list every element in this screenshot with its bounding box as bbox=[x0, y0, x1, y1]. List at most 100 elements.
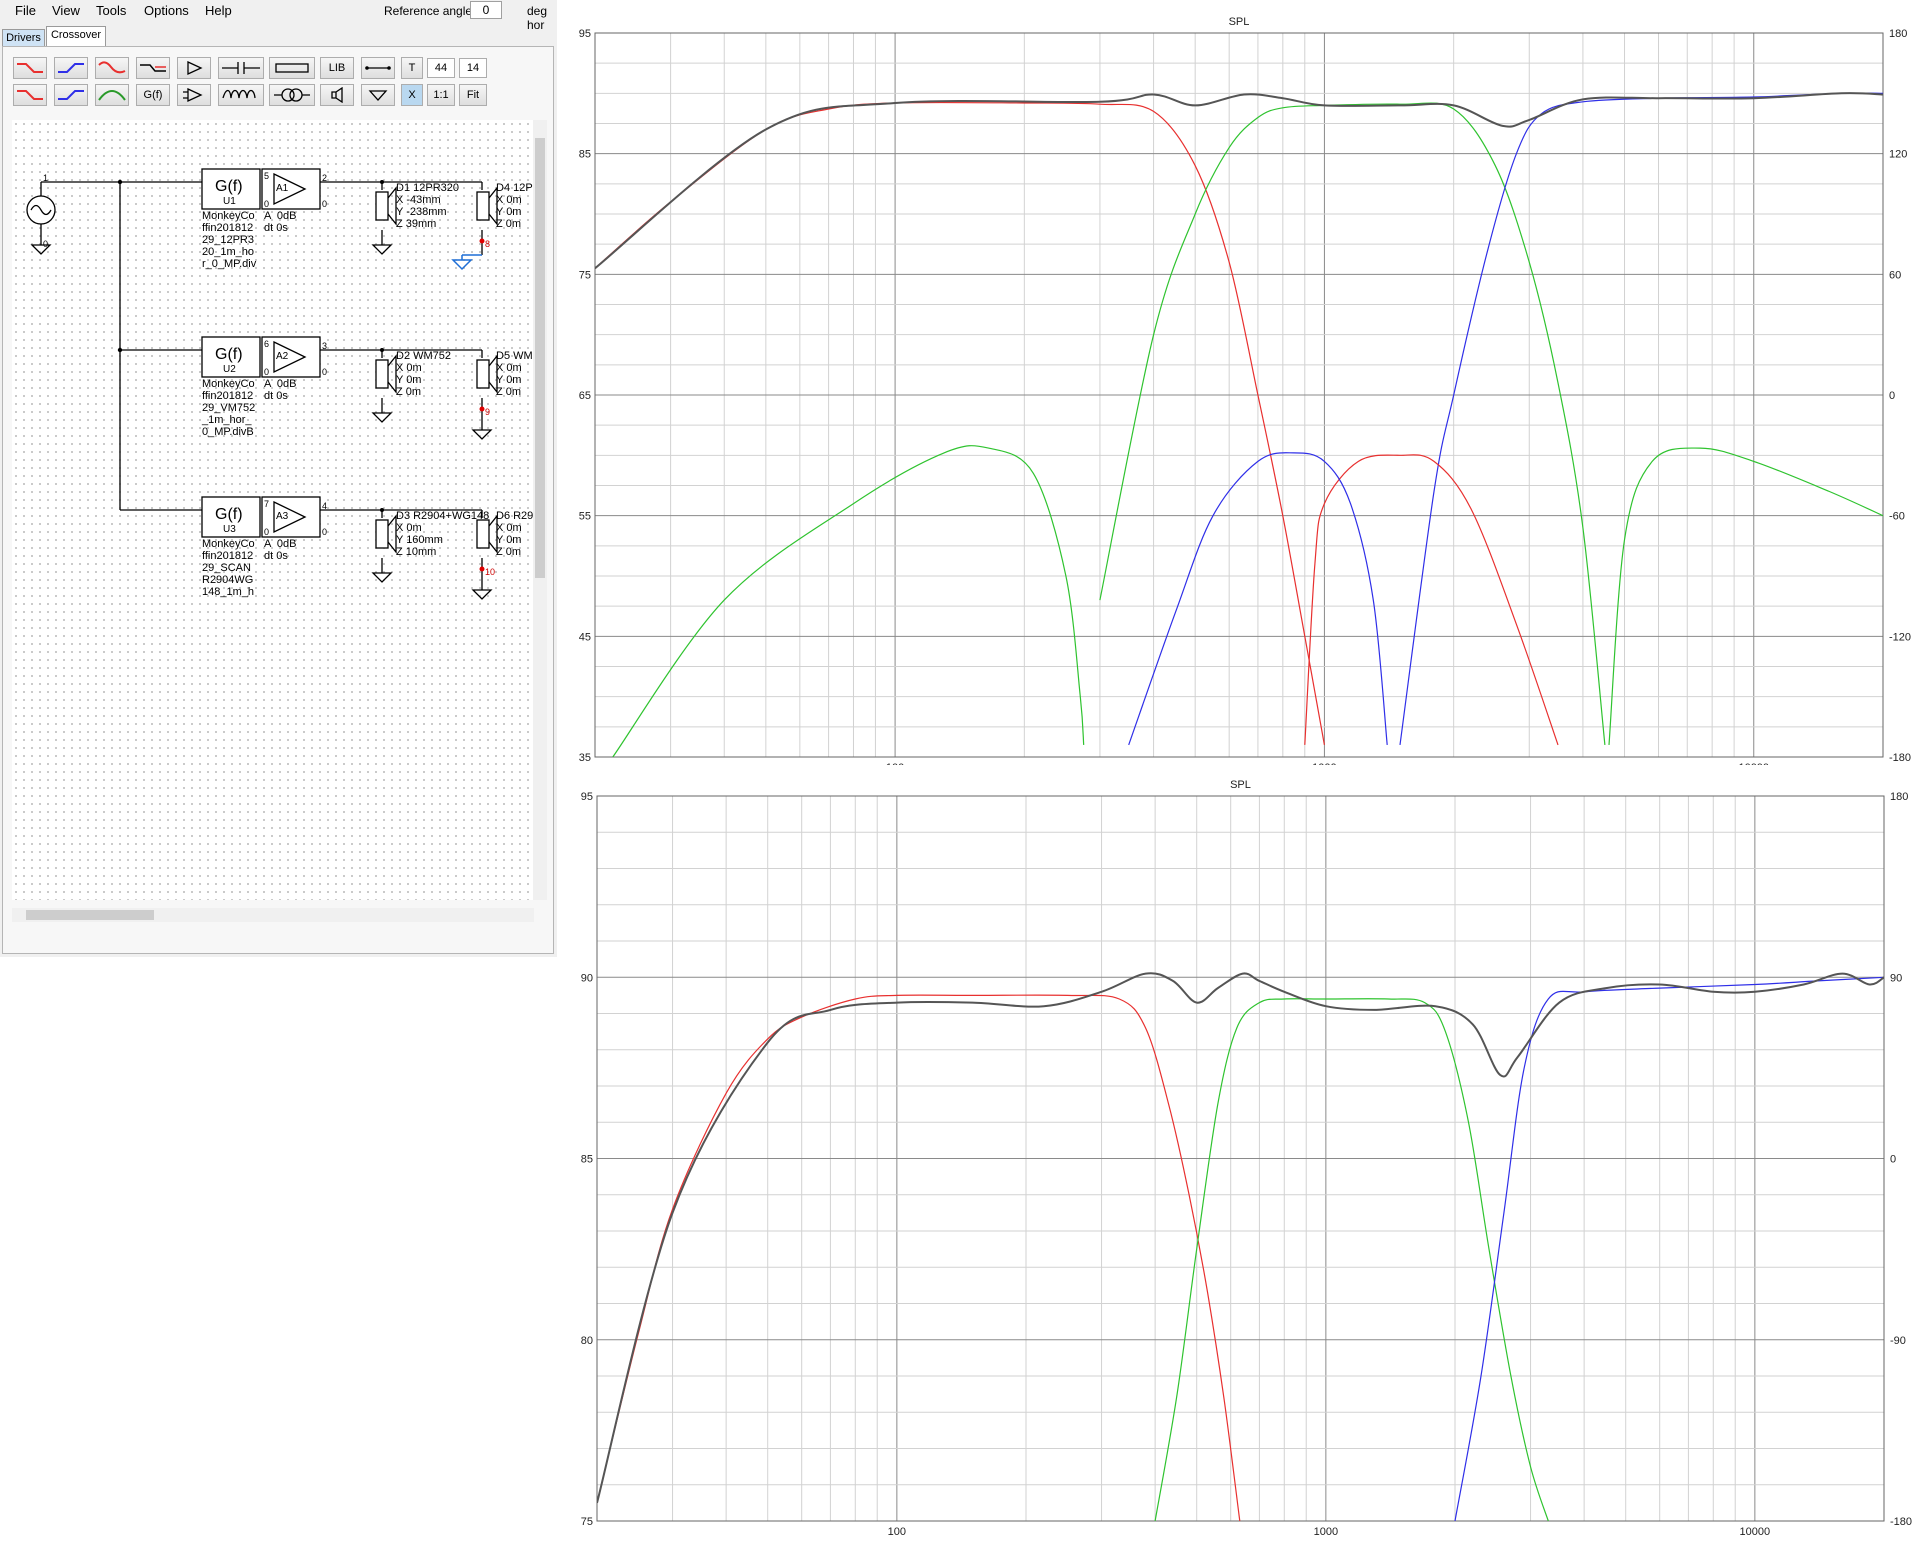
block-3-desc-0: MonkeyCo bbox=[202, 538, 255, 550]
text-button[interactable]: T bbox=[401, 57, 423, 79]
series-line-sum-3 bbox=[597, 972, 1884, 1504]
schematic-horizontal-scrollbar[interactable] bbox=[12, 908, 534, 922]
driver-2-y: Y 0m bbox=[396, 374, 422, 386]
bandpass-filter-button[interactable] bbox=[95, 84, 129, 106]
grid-x-field[interactable]: 44 bbox=[427, 58, 455, 78]
driver-5-name[interactable]: D5 WM bbox=[496, 350, 533, 362]
transfer-function-button[interactable]: G(f) bbox=[136, 84, 170, 106]
y2-tick-label: 60 bbox=[1889, 269, 1901, 281]
driver-4-name[interactable]: D4 12P bbox=[496, 182, 533, 194]
reference-angle-unit: deg hor bbox=[527, 4, 548, 32]
y-tick-label: 95 bbox=[581, 791, 593, 803]
menu-tools[interactable]: Tools bbox=[96, 3, 126, 18]
driver-2-name[interactable]: D2 WM752 bbox=[396, 350, 451, 362]
gf-block-2-label: G(f) bbox=[215, 346, 243, 363]
driver-2-z: Z 0m bbox=[396, 386, 422, 398]
block-2-desc-0: MonkeyCo bbox=[202, 378, 255, 390]
amp-2-out-node: 3 bbox=[322, 341, 328, 351]
spl-chart-bottom: 95 180 90 90 85 0 80 -90 75 -180 100 1000 10000 SPL bbox=[581, 779, 1912, 1538]
driver-2-x: X 0m bbox=[396, 362, 422, 374]
menu-view[interactable]: View bbox=[52, 3, 80, 18]
series-line-high-2 bbox=[1399, 92, 1883, 745]
lowpass-filter-2-button[interactable] bbox=[13, 84, 47, 106]
highpass-blue-2-icon bbox=[58, 90, 84, 100]
block-3-desc-1: ffin201812 bbox=[202, 550, 254, 562]
shelf-filter-button[interactable] bbox=[136, 57, 170, 79]
amplifier-icon bbox=[187, 60, 203, 76]
driver-1-x: X -43mm bbox=[396, 194, 441, 206]
amp-3-out-gnd: 0 bbox=[322, 527, 328, 537]
driver-6-name[interactable]: D6 R29 bbox=[496, 510, 533, 522]
gf-block-1-label: G(f) bbox=[215, 178, 243, 195]
ground-button[interactable] bbox=[361, 84, 395, 106]
grid-lines bbox=[594, 32, 1884, 758]
grid-y-field[interactable]: 14 bbox=[459, 58, 487, 78]
driver-button[interactable] bbox=[320, 84, 354, 106]
amp-1-node-b: 0 bbox=[264, 199, 270, 209]
x-toggle-button[interactable]: X bbox=[401, 84, 423, 106]
resistor-icon bbox=[275, 63, 309, 73]
amp-3-node-b: 0 bbox=[264, 527, 270, 537]
capacitor-button[interactable] bbox=[218, 57, 264, 79]
y2-tick-label: -90 bbox=[1890, 1335, 1906, 1347]
series-line-mid-7 bbox=[1608, 447, 1883, 745]
block-3-desc-4: 148_1m_h bbox=[202, 586, 254, 598]
tab-drivers[interactable]: Drivers bbox=[2, 29, 45, 47]
delay-amp-button[interactable] bbox=[177, 84, 211, 106]
series-line-low-0 bbox=[597, 994, 1241, 1521]
menu-help[interactable]: Help bbox=[205, 3, 232, 18]
highpass-filter-2-button[interactable] bbox=[54, 84, 88, 106]
reference-angle-input[interactable] bbox=[470, 1, 502, 19]
horizontal-scroll-thumb[interactable] bbox=[26, 910, 154, 920]
block-2-desc-3: _1m_hor_ bbox=[202, 414, 252, 426]
block-3-gain: A 0dB bbox=[264, 538, 297, 550]
block-1-desc-2: 29_12PR3 bbox=[202, 234, 254, 246]
zoom-fit-button[interactable]: Fit bbox=[459, 84, 487, 106]
driver-1-name[interactable]: D1 12PR320 bbox=[396, 182, 459, 194]
y-tick-label: 90 bbox=[581, 972, 593, 984]
tab-crossover[interactable]: Crossover bbox=[46, 26, 106, 47]
driver-6-z: Z 0m bbox=[496, 546, 522, 558]
y-tick-label: 75 bbox=[581, 1516, 593, 1528]
spl-chart-top: 9518085120756065055-6045-12035-180100100… bbox=[579, 16, 1911, 765]
driver-5-node: 9 bbox=[485, 407, 491, 417]
wire-button[interactable] bbox=[361, 57, 395, 79]
schematic-vertical-scrollbar[interactable] bbox=[533, 120, 547, 900]
menu-options[interactable]: Options bbox=[144, 3, 189, 18]
transformer-button[interactable] bbox=[269, 84, 315, 106]
inductor-button[interactable] bbox=[218, 84, 264, 106]
y-tick-label: 65 bbox=[579, 390, 591, 402]
y2-tick-label: 180 bbox=[1889, 28, 1907, 40]
y-tick-label: 75 bbox=[579, 269, 591, 281]
driver-4-node: 8 bbox=[485, 239, 491, 249]
lowpass-red-icon bbox=[17, 63, 43, 73]
amp-1-node-a: 5 bbox=[264, 171, 270, 181]
driver-3-x: X 0m bbox=[396, 522, 422, 534]
block-1-desc-4: r_0_MP.div bbox=[202, 258, 257, 270]
gf-block-3-label: G(f) bbox=[215, 506, 243, 523]
driver-3-name[interactable]: D3 R2904+WG148 bbox=[396, 510, 489, 522]
block-1-delay: dt 0s bbox=[264, 222, 288, 234]
zoom-one-to-one-button[interactable]: 1:1 bbox=[427, 84, 455, 106]
y-tick-label: 85 bbox=[579, 149, 591, 161]
shelf-icon bbox=[140, 64, 166, 72]
library-button[interactable]: LIB bbox=[320, 57, 354, 79]
menu-file[interactable]: File bbox=[15, 3, 36, 18]
schematic-canvas[interactable]: 1 0 G(f) U1 A1 5 0 2 0 MonkeyCo ffin2018… bbox=[12, 120, 544, 900]
amplifier-plus-icon bbox=[183, 87, 203, 103]
lowpass-red-2-icon bbox=[17, 90, 43, 100]
amp-3-label: A3 bbox=[276, 511, 289, 522]
block-2-desc-2: 29_VM752 bbox=[202, 402, 256, 414]
y-tick-label: 85 bbox=[581, 1154, 593, 1166]
driver-1-y: Y -238mm bbox=[396, 206, 447, 218]
lowpass-filter-button[interactable] bbox=[13, 57, 47, 79]
highpass-filter-button[interactable] bbox=[54, 57, 88, 79]
transformer-icon bbox=[274, 88, 310, 102]
amp-2-out-gnd: 0 bbox=[322, 367, 328, 377]
series-line-sum-3 bbox=[595, 92, 1883, 270]
vertical-scroll-thumb[interactable] bbox=[535, 138, 545, 578]
bandstop-filter-button[interactable] bbox=[95, 57, 129, 79]
y2-tick-label: -180 bbox=[1890, 1516, 1912, 1528]
resistor-button[interactable] bbox=[269, 57, 315, 79]
buffer-button[interactable] bbox=[177, 57, 211, 79]
